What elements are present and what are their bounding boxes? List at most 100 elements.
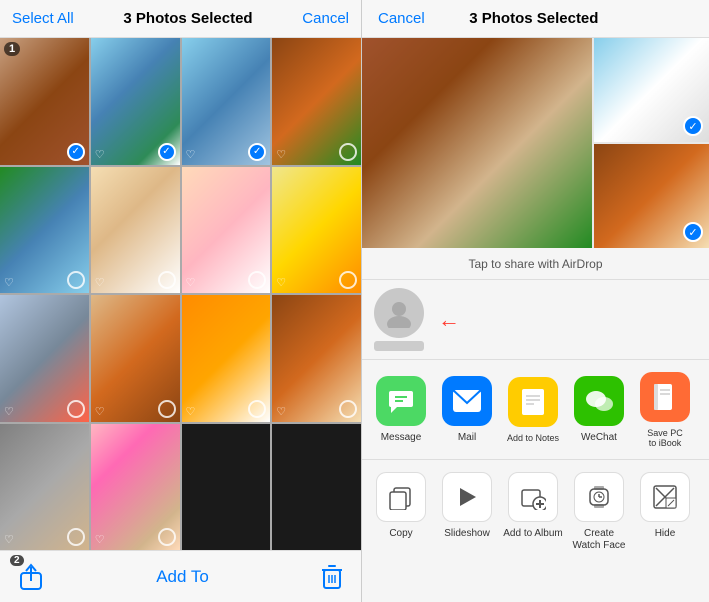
photo-heart-icon: ♡ <box>95 533 105 546</box>
contacts-row: ← <box>362 280 709 360</box>
right-selected-count: 3 Photos Selected <box>469 10 598 27</box>
photo-cell[interactable]: ♡ <box>0 295 89 422</box>
hide-svg-icon <box>652 484 678 510</box>
trash-icon <box>321 564 343 590</box>
delete-button[interactable] <box>321 564 343 590</box>
photo-heart-icon: ♡ <box>186 148 196 161</box>
add-album-action-label: Add to Album <box>503 528 562 540</box>
photo-cell[interactable]: ♡ <box>0 424 89 551</box>
photo-cell[interactable]: ♡ <box>182 167 271 294</box>
left-toolbar: 2 Add To <box>0 550 361 602</box>
photo-checkmark-empty <box>339 143 357 161</box>
notes-page-icon <box>520 387 546 417</box>
preview-checkmark: ✓ <box>683 222 703 242</box>
left-selected-count: 3 Photos Selected <box>123 10 252 27</box>
copy-action[interactable]: Copy <box>370 472 432 540</box>
airdrop-hint-text: Tap to share with AirDrop <box>468 257 602 271</box>
photo-checkmark-empty <box>67 271 85 289</box>
book-icon <box>652 382 678 412</box>
ibook-action-label: Save PCto iBook <box>647 428 683 448</box>
mail-action-label: Mail <box>458 432 476 443</box>
photo-cell-empty <box>272 424 361 551</box>
photo-cell[interactable]: ♡ <box>91 424 180 551</box>
photo-cell[interactable]: ♡ <box>272 295 361 422</box>
right-cancel-button[interactable]: Cancel <box>378 10 425 27</box>
left-panel: Select All 3 Photos Selected Cancel 1 ✓ … <box>0 0 362 602</box>
photo-cell[interactable]: ♡ <box>91 167 180 294</box>
preview-photo-main[interactable] <box>362 38 592 248</box>
photo-cell[interactable]: ♡ <box>182 295 271 422</box>
share-icon <box>18 563 44 591</box>
mail-envelope-icon <box>452 389 482 413</box>
photo-cell[interactable]: ♡ <box>272 38 361 165</box>
photo-checkmark-empty <box>67 400 85 418</box>
hide-icon <box>640 472 690 522</box>
wechat-action-label: WeChat <box>581 432 617 443</box>
right-panel: Cancel 3 Photos Selected ✓ ✓ Tap to shar… <box>362 0 709 602</box>
photo-heart-icon: ♡ <box>276 276 286 289</box>
ibook-action[interactable]: Save PCto iBook <box>634 372 696 448</box>
notes-action[interactable]: Add to Notes <box>502 377 564 443</box>
contact-item[interactable] <box>374 288 424 351</box>
photo-cell[interactable]: ♡ ✓ <box>91 38 180 165</box>
ibook-icon <box>640 372 690 422</box>
photo-checkmark-empty <box>158 528 176 546</box>
photo-heart-icon: ♡ <box>186 405 196 418</box>
select-all-button[interactable]: Select All <box>12 10 74 27</box>
photo-heart-icon: ♡ <box>276 148 286 161</box>
photo-checkmark-empty <box>67 528 85 546</box>
preview-photo-3[interactable]: ✓ <box>594 144 709 248</box>
play-triangle-icon <box>454 484 480 510</box>
mail-action[interactable]: Mail <box>436 376 498 443</box>
photo-checkmark-empty <box>158 400 176 418</box>
preview-photo-2[interactable]: ✓ <box>594 38 709 142</box>
photo-heart-icon: ♡ <box>4 533 14 546</box>
left-cancel-button[interactable]: Cancel <box>302 10 349 27</box>
more-actions-row: Copy Slideshow Add to Album <box>362 460 709 602</box>
share-actions-row: Message Mail Add to Notes <box>362 360 709 460</box>
photo-cell[interactable]: ♡ <box>0 167 89 294</box>
photo-cell[interactable]: ♡ <box>272 167 361 294</box>
photo-cell[interactable]: ♡ ✓ <box>182 38 271 165</box>
photo-checkmark-empty <box>248 271 266 289</box>
right-header: Cancel 3 Photos Selected <box>362 0 709 38</box>
add-album-action[interactable]: Add to Album <box>502 472 564 540</box>
slideshow-action[interactable]: Slideshow <box>436 472 498 540</box>
add-album-icon <box>508 472 558 522</box>
message-bubble-icon <box>387 387 415 415</box>
photo-checkmark: ✓ <box>158 143 176 161</box>
photo-heart-icon: ♡ <box>95 148 105 161</box>
arrow-icon: ← <box>438 307 460 333</box>
preview-area: ✓ ✓ <box>362 38 709 248</box>
photo-heart-icon: ♡ <box>276 405 286 418</box>
hide-action[interactable]: Hide <box>634 472 696 540</box>
add-to-label[interactable]: Add To <box>156 567 209 587</box>
mail-icon <box>442 376 492 426</box>
photo-checkmark: ✓ <box>67 143 85 161</box>
photo-checkmark: ✓ <box>248 143 266 161</box>
person-icon <box>384 298 414 328</box>
watch-face-action[interactable]: CreateWatch Face <box>568 472 630 552</box>
message-icon <box>376 376 426 426</box>
photo-cell-empty <box>182 424 271 551</box>
photo-checkmark-empty <box>339 271 357 289</box>
share-button[interactable] <box>18 563 44 591</box>
hide-action-label: Hide <box>655 528 676 540</box>
slideshow-icon <box>442 472 492 522</box>
contact-name-masked <box>374 341 424 351</box>
photo-cell[interactable]: 1 ✓ <box>0 38 89 165</box>
photo-badge: 1 <box>4 42 20 56</box>
wechat-action[interactable]: WeChat <box>568 376 630 443</box>
wechat-icon <box>574 376 624 426</box>
watch-svg-icon <box>586 484 612 510</box>
message-action[interactable]: Message <box>370 376 432 443</box>
photo-checkmark-empty <box>248 400 266 418</box>
left-header: Select All 3 Photos Selected Cancel <box>0 0 361 38</box>
photo-checkmark-empty <box>339 400 357 418</box>
photo-cell[interactable]: ♡ <box>91 295 180 422</box>
photo-checkmark-empty <box>158 271 176 289</box>
preview-checkmark: ✓ <box>683 116 703 136</box>
preview-row: ✓ ✓ <box>362 38 709 248</box>
photo-heart-icon: ♡ <box>4 405 14 418</box>
airdrop-hint: Tap to share with AirDrop <box>362 248 709 280</box>
